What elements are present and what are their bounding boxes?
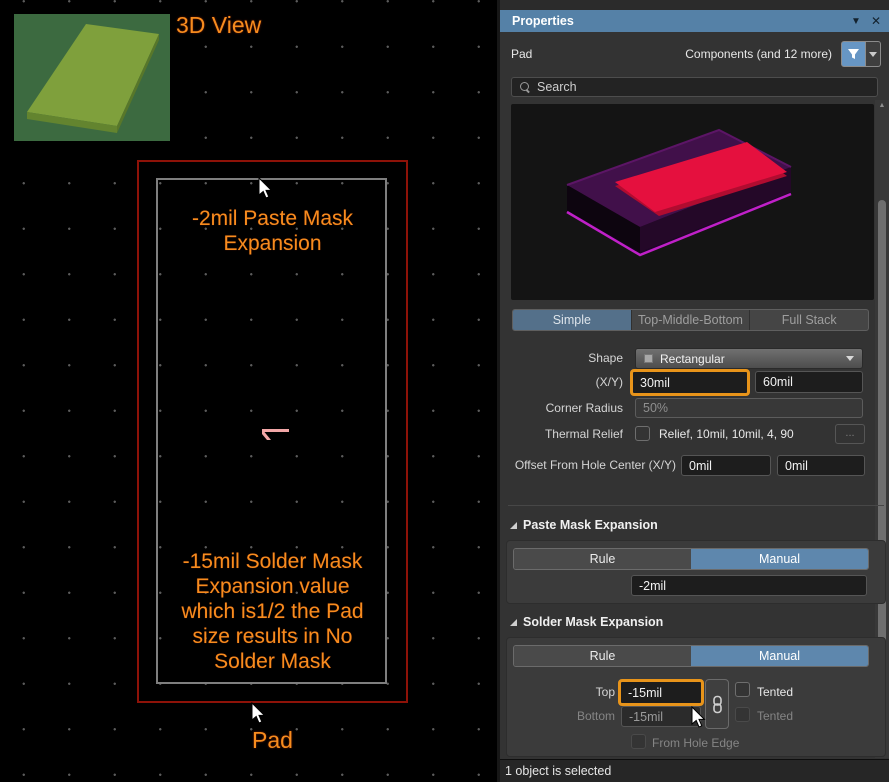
object-selector-row: Pad Components (and 12 more): [500, 40, 889, 68]
tented-top-checkbox[interactable]: [735, 682, 750, 697]
funnel-icon: [847, 48, 860, 61]
properties-panel: Properties ▼ ✕ Pad Components (and 12 mo…: [497, 0, 889, 782]
3d-view-label: 3D View: [176, 12, 261, 39]
offset-x-input[interactable]: [681, 455, 771, 476]
status-text: 1 object is selected: [505, 764, 611, 778]
object-type-label: Pad: [511, 47, 532, 61]
section-expand-icon: [510, 522, 517, 529]
corner-radius-label: Corner Radius: [500, 401, 623, 415]
tented-bottom-checkbox: [735, 707, 750, 722]
tented-bottom-label: Tented: [757, 709, 793, 723]
panel-collapse-icon[interactable]: ▼: [851, 16, 861, 27]
3d-view-thumbnail: [14, 14, 170, 141]
chevron-down-icon: [869, 52, 877, 57]
filter-button[interactable]: [841, 41, 866, 67]
shape-dropdown[interactable]: Rectangular: [635, 348, 863, 369]
offset-label: Offset From Hole Center (X/Y): [500, 458, 676, 472]
panel-title: Properties: [512, 14, 841, 28]
pad-origin-marker: [256, 424, 292, 444]
rectangle-shape-icon: [644, 354, 653, 363]
link-values-button[interactable]: [705, 679, 729, 729]
paste-mask-rule-button[interactable]: Rule: [514, 549, 691, 569]
panel-titlebar: Properties ▼ ✕: [500, 10, 889, 32]
status-bar: 1 object is selected: [500, 759, 889, 782]
mouse-cursor-icon: [251, 702, 267, 725]
thermal-relief-value: Relief, 10mil, 10mil, 4, 90: [659, 427, 794, 441]
solder-mask-manual-button[interactable]: Manual: [691, 646, 868, 666]
xy-label: (X/Y): [500, 375, 623, 389]
tab-simple[interactable]: Simple: [513, 310, 631, 330]
filter-dropdown-button[interactable]: [866, 41, 881, 67]
pad-y-size-input[interactable]: [755, 371, 863, 393]
pad-annotation: Pad: [137, 727, 408, 754]
tab-full-stack[interactable]: Full Stack: [749, 310, 868, 330]
paste-mask-section-header[interactable]: Paste Mask Expansion: [510, 518, 658, 532]
solder-mask-annotation: -15mil Solder Mask Expansion value which…: [130, 549, 415, 674]
tented-top-label: Tented: [757, 685, 793, 699]
pad-x-size-input[interactable]: [633, 372, 747, 393]
paste-mask-value-input[interactable]: [631, 575, 867, 596]
pad-3d-render: [511, 104, 874, 300]
mouse-cursor-icon: [691, 706, 707, 729]
scroll-up-icon[interactable]: ▲: [875, 102, 889, 109]
solder-mask-bottom-input: [621, 706, 701, 727]
pad-3d-preview[interactable]: [511, 104, 874, 300]
scope-label: Components (and 12 more): [685, 47, 832, 61]
tab-top-middle-bottom[interactable]: Top-Middle-Bottom: [631, 310, 750, 330]
paste-mask-annotation: -2mil Paste Mask Expansion: [130, 206, 415, 256]
thermal-relief-label: Thermal Relief: [500, 427, 623, 441]
green-board-3d: [14, 14, 170, 141]
panel-close-icon[interactable]: ✕: [871, 14, 881, 28]
solder-mask-bottom-label: Bottom: [500, 709, 615, 723]
solder-mask-top-input[interactable]: [621, 682, 701, 703]
solder-mask-top-highlight: [618, 679, 704, 706]
from-hole-edge-checkbox: [631, 734, 646, 749]
from-hole-edge-label: From Hole Edge: [652, 736, 739, 750]
shape-label: Shape: [500, 351, 623, 365]
thermal-relief-more-button[interactable]: ...: [835, 424, 865, 444]
solder-mask-section-title: Solder Mask Expansion: [523, 615, 663, 629]
solder-mask-mode-toggle: Rule Manual: [513, 645, 869, 667]
pad-x-size-highlight: [630, 369, 750, 396]
panel-top-strip: [500, 0, 889, 10]
offset-y-input[interactable]: [777, 455, 865, 476]
paste-mask-mode-toggle: Rule Manual: [513, 548, 869, 570]
shape-value: Rectangular: [660, 352, 725, 366]
solder-mask-rule-button[interactable]: Rule: [514, 646, 691, 666]
paste-mask-manual-button[interactable]: Manual: [691, 549, 868, 569]
pcb-canvas[interactable]: 3D View -2mil Paste Mask Expansion -15mi…: [0, 0, 497, 782]
section-divider: [508, 505, 884, 506]
search-input[interactable]: [537, 80, 837, 94]
solder-mask-section-header[interactable]: Solder Mask Expansion: [510, 615, 663, 629]
stack-mode-tabs: Simple Top-Middle-Bottom Full Stack: [512, 309, 869, 331]
chain-link-icon: [711, 695, 724, 714]
section-expand-icon: [510, 619, 517, 626]
chevron-down-icon: [846, 356, 854, 361]
corner-radius-input: [635, 398, 863, 418]
search-icon: [520, 82, 530, 92]
mouse-cursor-icon: [258, 177, 274, 200]
solder-mask-top-label: Top: [500, 685, 615, 699]
search-box[interactable]: [511, 77, 878, 97]
thermal-relief-checkbox[interactable]: [635, 426, 650, 441]
paste-mask-section-title: Paste Mask Expansion: [523, 518, 658, 532]
